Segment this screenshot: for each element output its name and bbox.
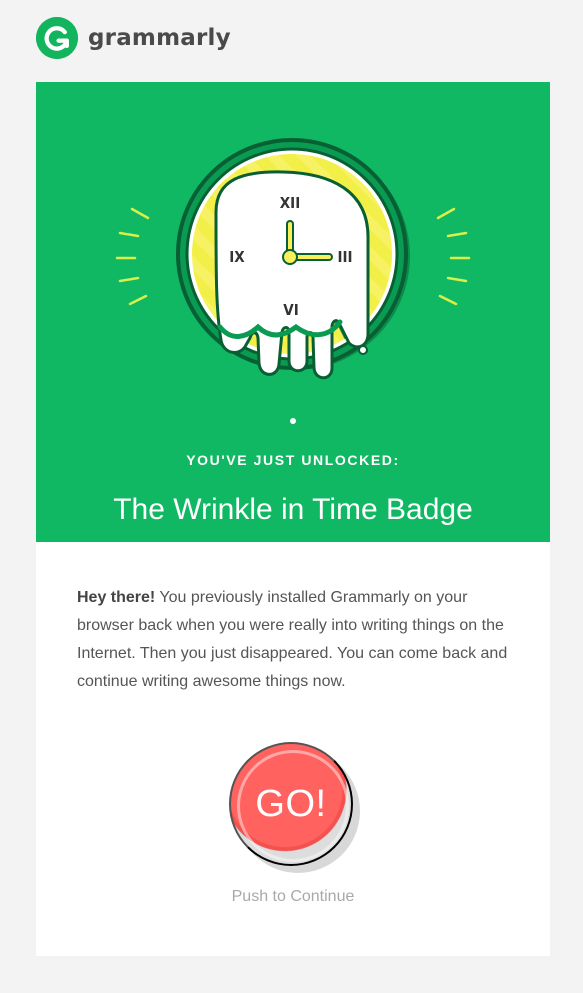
clock-numeral-bottom: VI [283,301,298,319]
brand-name: grammarly [88,25,231,51]
clock-numeral-right: III [337,248,352,266]
melting-clock-illustration: XII IX III VI [115,138,471,424]
email-page: grammarly XII IX III VI YOU'VE JUST UNLO… [0,0,583,993]
message-section: Hey there! You previously installed Gram… [36,542,550,956]
unlocked-label: YOU'VE JUST UNLOCKED: [186,452,400,468]
clock-numeral-left: IX [229,248,245,266]
grammarly-g-icon [36,17,78,59]
grammarly-logo[interactable]: grammarly [36,17,231,59]
dot-indicator [290,418,296,424]
clock-numeral-top: XII [280,194,300,212]
push-to-continue-text: Push to Continue [231,888,355,905]
left-radiance-icon [115,207,150,306]
right-radiance-icon [436,207,471,306]
greeting-text: Hey there! [77,589,156,606]
go-button[interactable]: GO! [229,742,353,866]
email-message: Hey there! You previously installed Gram… [77,584,517,696]
badge-hero: XII IX III VI YOU'VE JUST UNLOCKED: The … [36,82,550,542]
badge-title: The Wrinkle in Time Badge [113,493,473,527]
